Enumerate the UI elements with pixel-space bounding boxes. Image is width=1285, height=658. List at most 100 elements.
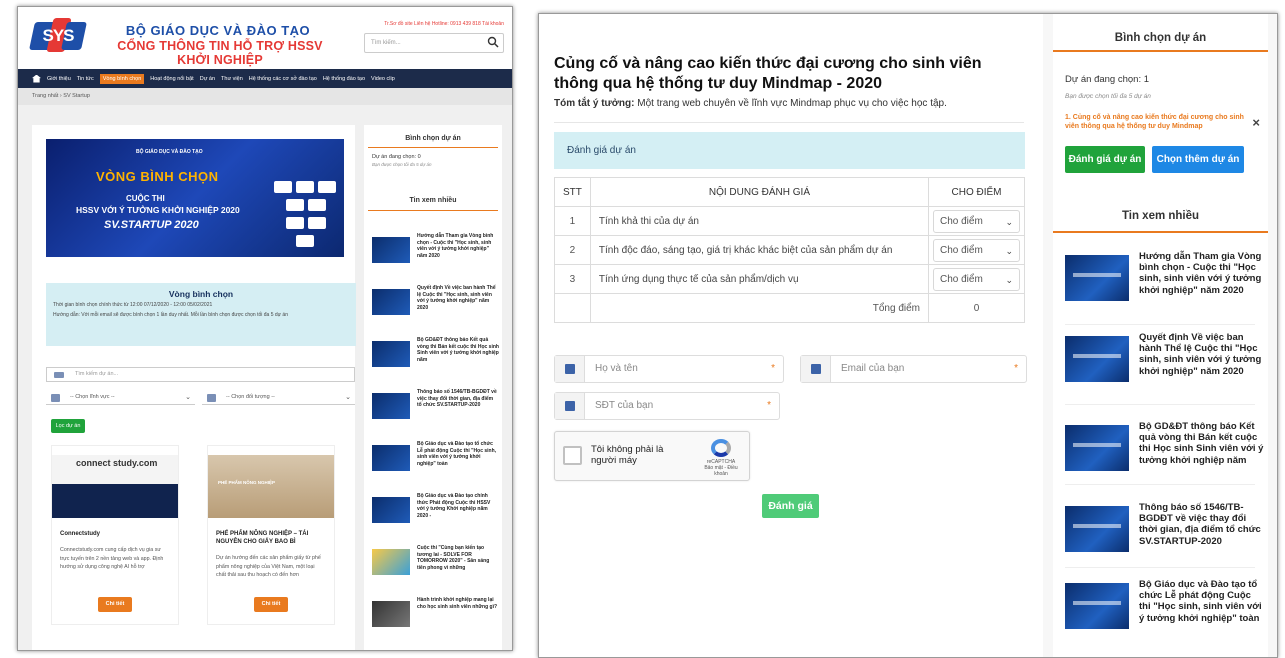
news-title[interactable]: Bộ GD&ĐT thông báo Kết quả vòng thi Bán … [417,337,499,363]
score-select[interactable]: Cho điểm ⌄ [933,238,1020,262]
home-icon[interactable] [32,74,41,83]
col-header-stt: STT [554,177,591,207]
news-title[interactable]: Hành trình khởi nghiệp mang lại cho học … [417,597,499,610]
close-icon[interactable]: × [1252,115,1260,130]
news-item[interactable]: Bộ Giáo dục và Đào tạo tổ chức Lễ phát đ… [372,441,496,481]
news-item[interactable]: Bộ GD&ĐT thông báo Kết quả vòng thi Bán … [372,337,499,377]
nav-item[interactable]: Giới thiệu [47,76,71,82]
table-header-row: STT NỘI DUNG ĐÁNH GIÁ CHO ĐIỂM [554,177,1025,207]
detail-button[interactable]: Chi tiết [98,597,132,612]
divider [1065,404,1255,405]
news-item[interactable]: Bộ Giáo dục và Đào tạo chính thức Phát đ… [372,493,496,533]
project-title: Củng cố và nâng cao kiến thức đại cương … [554,55,982,92]
sponsor-logo [274,181,292,193]
book-icon [51,394,60,402]
news-thumbnail[interactable] [372,237,410,263]
name-field[interactable]: Họ và tên * [554,355,784,383]
news-thumbnail[interactable] [372,341,410,367]
news-thumbnail[interactable] [372,393,410,419]
score-select[interactable]: Cho điểm ⌄ [933,267,1020,291]
news-title[interactable]: Hướng dẫn Tham gia Vòng bình chọn - Cuộc… [417,233,499,259]
news-item[interactable]: Cuộc thi "Cùng bạn kiến tạo tương lai - … [372,545,496,585]
recaptcha-checkbox[interactable] [563,446,582,465]
email-field[interactable]: Email của bạn * [800,355,1027,383]
recaptcha-links[interactable]: Bảo mật - Điều khoản [699,465,743,477]
nav-item[interactable]: Hoạt động nổi bật [150,76,193,82]
selected-project[interactable]: 1. Củng cố và nâng cao kiến thức đại cươ… [1065,113,1245,131]
chevron-down-icon: ⌄ [1005,274,1013,285]
keyboard-icon [54,372,64,378]
news-thumbnail[interactable] [372,445,410,471]
news-thumbnail[interactable] [372,549,410,575]
filter-projects-button[interactable]: Lọc dự án [51,419,85,433]
news-item[interactable]: Hướng dẫn Tham gia Vòng bình chọn - Cuộc… [372,233,496,273]
choose-more-button[interactable]: Chọn thêm dự án [1152,146,1244,173]
divider [554,122,1024,123]
divider [1065,484,1255,485]
news-title[interactable]: Bộ Giáo dục và Đào tạo tổ chức Lễ phát đ… [1139,579,1264,624]
news-item[interactable]: Hành trình khởi nghiệp mang lại cho học … [372,597,499,637]
news-title[interactable]: Bộ Giáo dục và Đào tạo tổ chức Lễ phát đ… [417,441,499,467]
news-item[interactable]: Thông báo số 1546/TB-BGDĐT về việc thay … [1065,502,1265,582]
vote-info-box: Vòng bình chọn Thời gian bình chọn chính… [46,283,356,346]
target-select[interactable]: -- Chọn đối tượng -- ⌄ [202,391,355,405]
detail-button[interactable]: Chi tiết [254,597,288,612]
news-title[interactable]: Quyết định Về việc ban hành Thể lệ Cuộc … [417,285,499,311]
banner-brand: SV.STARTUP 2020 [104,219,199,231]
row-stt: 3 [554,264,591,294]
news-thumbnail[interactable] [1065,506,1129,552]
nav-item[interactable]: Hệ thống đào tạo [323,76,365,82]
ministry-name: BỘ GIÁO DỤC VÀ ĐÀO TẠO [125,23,311,38]
phone-field[interactable]: SĐT của bạn * [554,392,780,420]
nav-item[interactable]: Tin tức [77,76,94,82]
news-thumbnail[interactable] [1065,583,1129,629]
site-logo[interactable]: SYS [29,18,87,56]
news-thumbnail[interactable] [372,289,410,315]
divider [1065,324,1255,325]
news-title[interactable]: Bộ GD&ĐT thông báo Kết quả vòng thi Bán … [1139,421,1264,466]
project-card[interactable]: PHẾ PHẨM NÔNG NGHIỆP PHẾ PHẨM NÔNG NGHIỆ… [207,445,335,625]
news-thumbnail[interactable] [372,601,410,627]
project-search-input[interactable]: Tìm kiếm dự án... [46,367,355,382]
news-thumbnail[interactable] [372,497,410,523]
logo-text: SYS [42,26,74,45]
news-title[interactable]: Thông báo số 1546/TB-BGDĐT về việc thay … [417,389,499,409]
news-title[interactable]: Hướng dẫn Tham gia Vòng bình chọn - Cuộc… [1139,251,1264,296]
search-icon[interactable] [487,36,499,48]
news-title[interactable]: Quyết định Về việc ban hành Thể lệ Cuộc … [1139,332,1264,377]
news-item[interactable]: Bộ GD&ĐT thông báo Kết quả vòng thi Bán … [1065,421,1265,501]
top-links[interactable]: Tr.Sơ đồ site Liên hệ Hotline: 0913 439 … [384,21,504,27]
evaluate-project-button[interactable]: Đánh giá dự án [1065,146,1145,173]
news-title[interactable]: Cuộc thi "Cùng bạn kiến tạo tương lai - … [417,545,499,571]
selected-count: Dự án đang chọn: 0 [372,154,421,160]
news-title[interactable]: Bộ Giáo dục và Đào tạo chính thức Phát đ… [417,493,499,519]
project-card-image: connect study.com [52,446,178,518]
project-card-title[interactable]: PHẾ PHẨM NÔNG NGHIỆP – TÁI NGUYÊN CHO GI… [208,518,334,546]
score-select[interactable]: Cho điểm ⌄ [933,209,1020,233]
col-header-score: CHO ĐIỂM [928,177,1025,207]
nav-item[interactable]: Thư viện [221,76,243,82]
project-card-title[interactable]: Connectstudy [52,518,178,538]
news-item[interactable]: Hướng dẫn Tham gia Vòng bình chọn - Cuộc… [1065,251,1265,331]
news-thumbnail[interactable] [1065,255,1129,301]
nav-item[interactable]: Dự án [200,76,215,82]
evaluation-header: Đánh giá dự án [554,132,1025,169]
row-stt: 1 [554,206,591,236]
banner-contest: CUỘC THI [126,194,165,203]
field-select[interactable]: -- Chọn lĩnh vực -- ⌄ [46,391,195,405]
breadcrumb[interactable]: Trang nhất › SV Startup [18,88,512,105]
banner-contest-name: HSSV VỚI Ý TƯỞNG KHỞI NGHIỆP 2020 [76,205,240,215]
project-card[interactable]: connect study.com Connectstudy Connectst… [51,445,179,625]
nav-item-active[interactable]: Vòng bình chọn [99,73,145,84]
news-title[interactable]: Thông báo số 1546/TB-BGDĐT về việc thay … [1139,502,1264,547]
submit-evaluation-button[interactable]: Đánh giá [762,494,819,518]
nav-item[interactable]: Video clip [371,76,395,82]
news-item[interactable]: Quyết định Về việc ban hành Thể lệ Cuộc … [1065,332,1265,412]
news-thumbnail[interactable] [1065,425,1129,471]
news-item[interactable]: Quyết định Về việc ban hành Thể lệ Cuộc … [372,285,496,325]
site-search-input[interactable]: Tìm kiếm... [364,33,504,53]
news-item[interactable]: Bộ Giáo dục và Đào tạo tổ chức Lễ phát đ… [1065,579,1265,657]
news-thumbnail[interactable] [1065,336,1129,382]
nav-item[interactable]: Hệ thống các cơ sở đào tạo [249,76,317,82]
news-item[interactable]: Thông báo số 1546/TB-BGDĐT về việc thay … [372,389,499,429]
